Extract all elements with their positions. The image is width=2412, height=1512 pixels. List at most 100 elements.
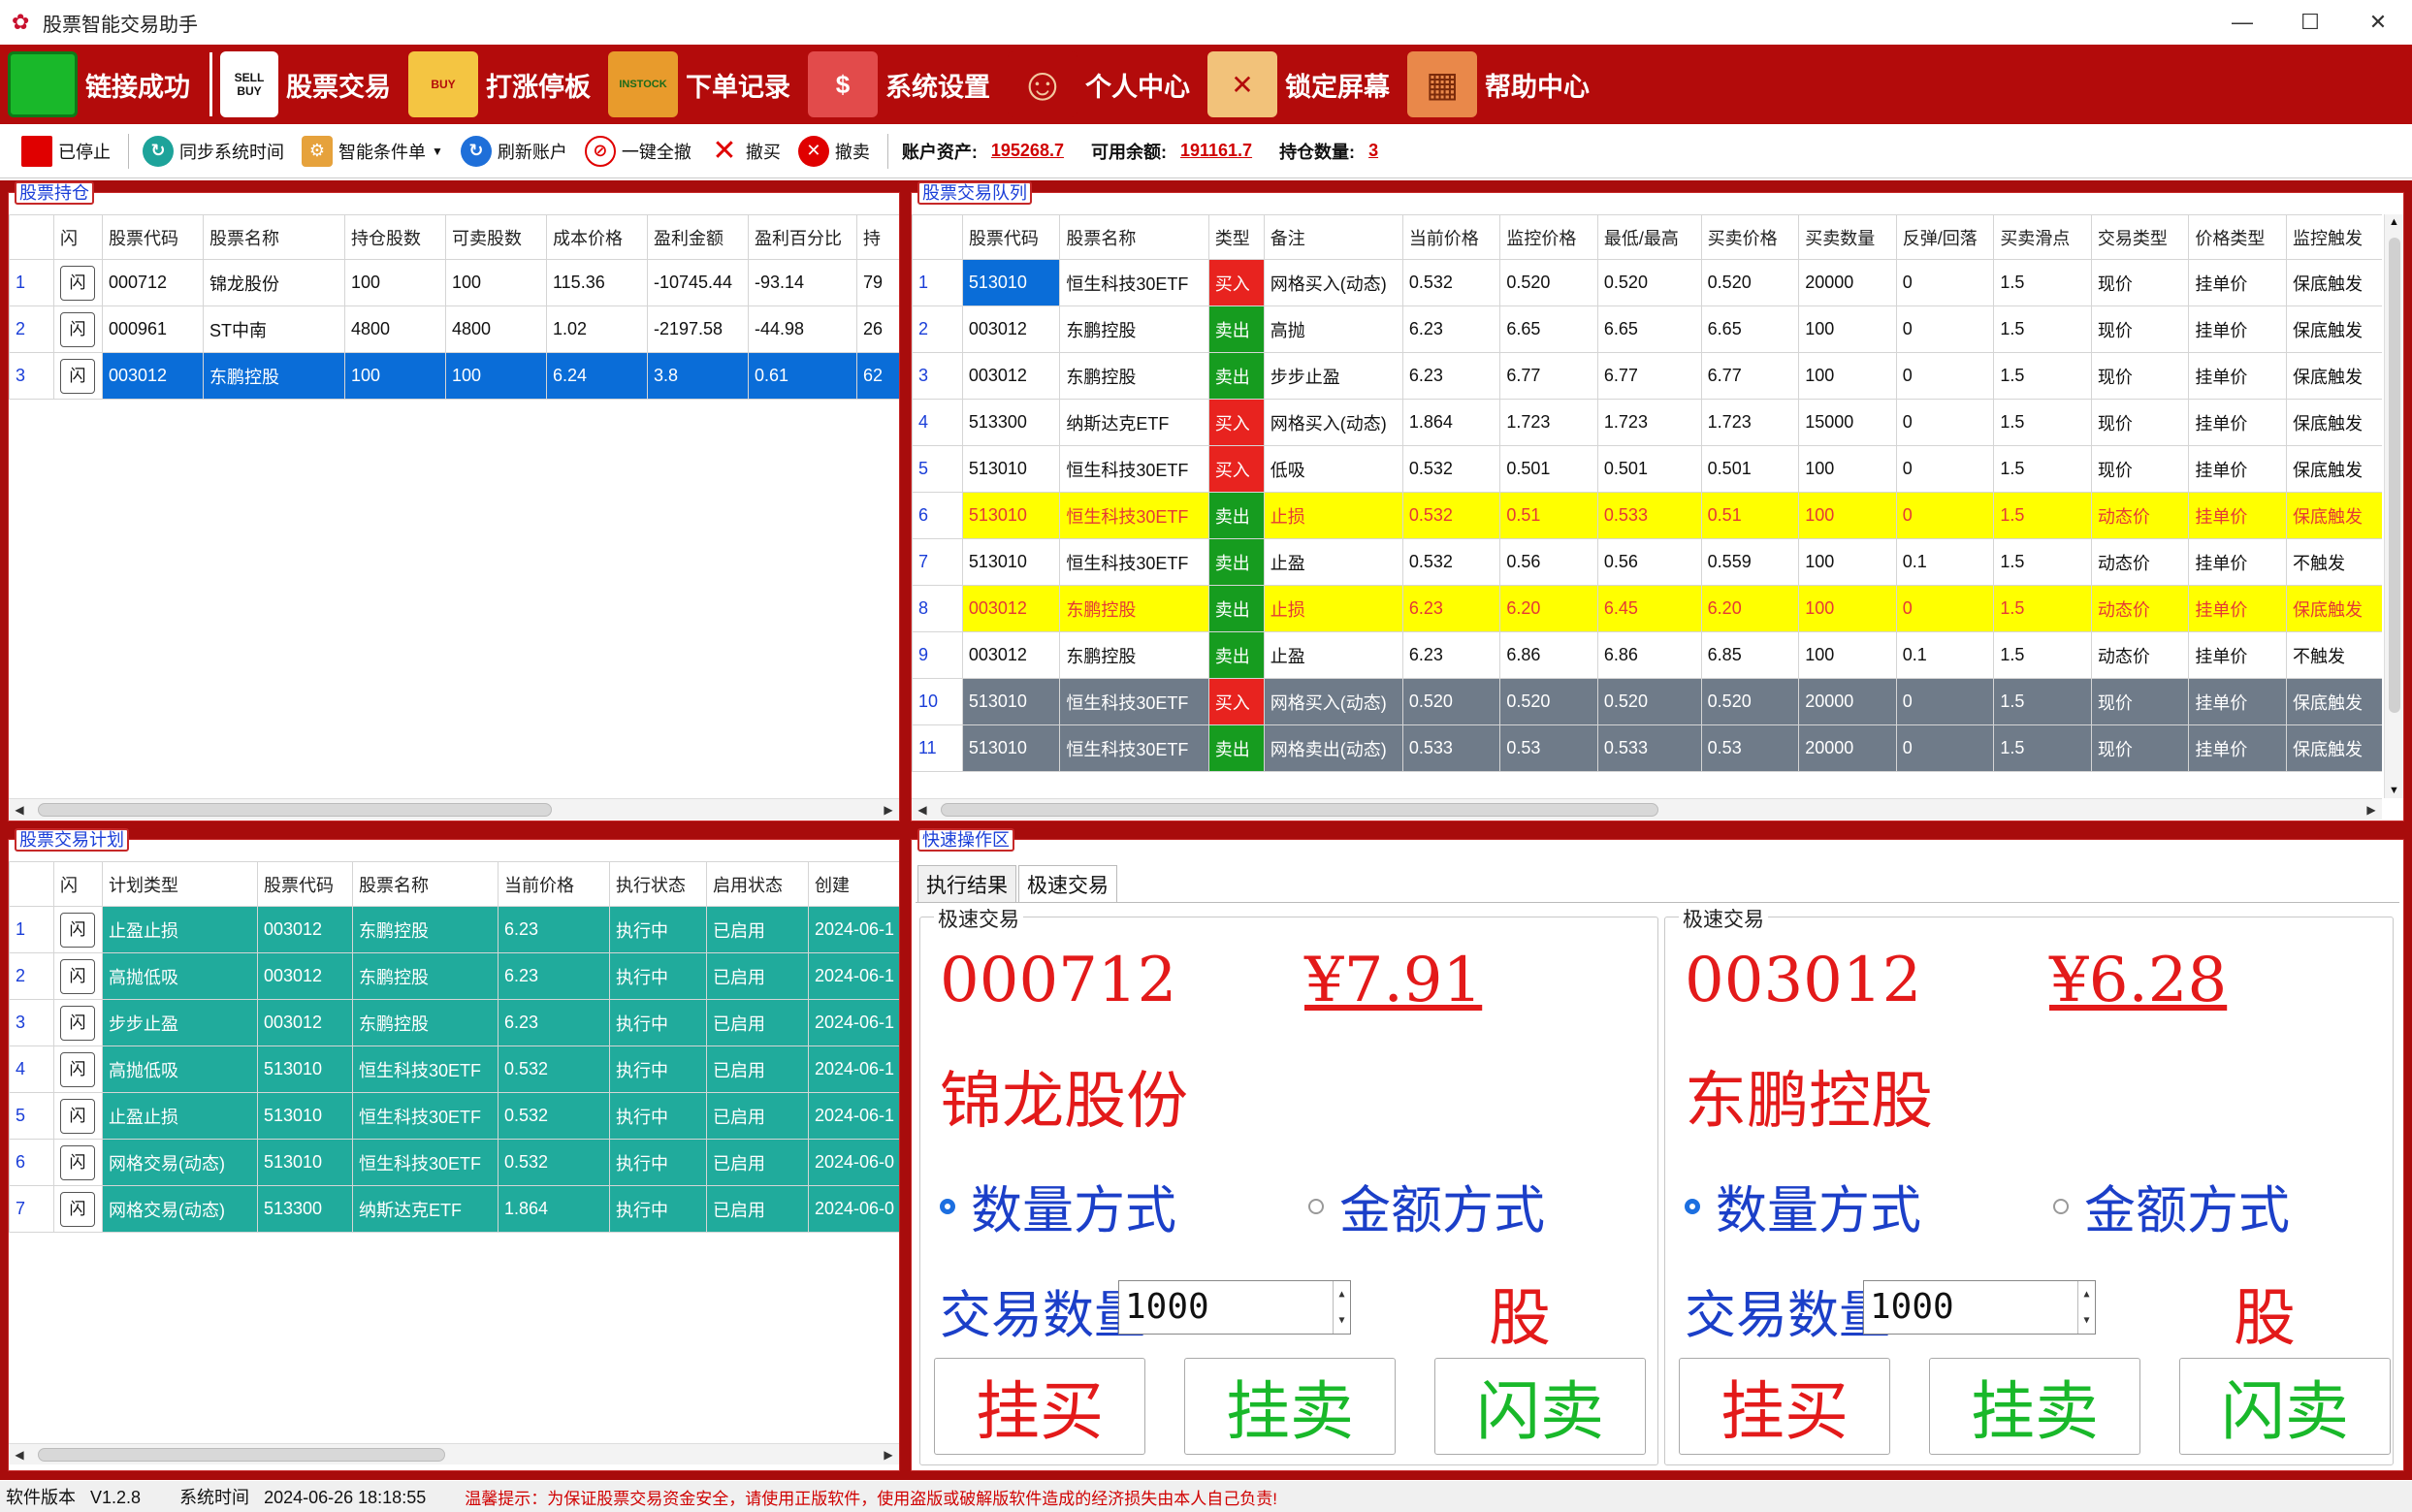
- menu-help-center[interactable]: ▦ 帮助中心: [1407, 48, 1590, 120]
- assets-value[interactable]: 195268.7: [991, 141, 1064, 161]
- flash-sell-button[interactable]: 闪卖: [1434, 1358, 1646, 1455]
- cancel-buy-button[interactable]: ✕ 撤买: [708, 132, 781, 171]
- menu-lock-screen[interactable]: ✕ 锁定屏幕: [1207, 48, 1390, 120]
- column-header[interactable]: 交易类型: [2090, 214, 2190, 260]
- tab-results[interactable]: 执行结果: [917, 865, 1016, 903]
- column-header[interactable]: 盈利百分比: [748, 214, 857, 260]
- column-header[interactable]: 买卖滑点: [1993, 214, 2092, 260]
- minimize-button[interactable]: —: [2208, 0, 2276, 45]
- menu-order-records[interactable]: INSTOCK 下单记录: [608, 48, 790, 120]
- column-header[interactable]: 闪: [53, 214, 103, 260]
- spinner[interactable]: ▲ ▼: [1333, 1281, 1350, 1334]
- close-button[interactable]: ✕: [2344, 0, 2412, 45]
- radio-quantity-mode[interactable]: 数量方式: [1685, 1170, 1921, 1243]
- scroll-left-icon[interactable]: ◀: [912, 799, 933, 820]
- column-header[interactable]: 持仓股数: [344, 214, 446, 260]
- column-header[interactable]: 股票名称: [352, 861, 498, 907]
- column-header[interactable]: 最低/最高: [1596, 214, 1702, 260]
- balance-value[interactable]: 191161.7: [1180, 141, 1252, 161]
- table-row[interactable]: 1 513010 恒生科技30ETF 买入 网格买入(动态) 0.532 0.520 0.52…: [912, 259, 2382, 306]
- flash-sell-button[interactable]: 闪: [60, 265, 95, 301]
- spin-up-icon[interactable]: ▲: [2078, 1281, 2095, 1307]
- table-row[interactable]: 7 513010 恒生科技30ETF 卖出 止盈 0.532 0.56 0.56 0.559 10…: [912, 538, 2382, 586]
- column-header[interactable]: 计划类型: [102, 861, 258, 907]
- scroll-right-icon[interactable]: ▶: [878, 1444, 899, 1465]
- table-row[interactable]: 6 闪网格交易(动态) 513010 恒生科技30ETF 0.532 执行中 已启用 2024…: [9, 1139, 899, 1186]
- flash-sell-button[interactable]: 闪: [60, 311, 95, 347]
- holdings-value[interactable]: 3: [1368, 141, 1378, 161]
- column-header[interactable]: 买卖数量: [1798, 214, 1897, 260]
- holdings-horizontal-scrollbar[interactable]: ◀ ▶: [9, 798, 899, 820]
- sync-time-button[interactable]: ↻ 同步系统时间: [143, 132, 284, 171]
- table-row[interactable]: 11 513010 恒生科技30ETF 卖出 网格卖出(动态) 0.533 0.53 0.53…: [912, 724, 2382, 772]
- table-row[interactable]: 9 003012 东鹏控股 卖出 止盈 6.23 6.86 6.86 6.85 100 0.1 1.5…: [912, 631, 2382, 679]
- column-header[interactable]: 备注: [1263, 214, 1403, 260]
- table-row[interactable]: 1 闪止盈止损 003012 东鹏控股 6.23 执行中 已启用 2024-06-1: [9, 906, 899, 953]
- refresh-account-button[interactable]: ↻ 刷新账户: [460, 132, 567, 171]
- column-header[interactable]: 当前价格: [498, 861, 610, 907]
- column-header[interactable]: 反弹/回落: [1895, 214, 1995, 260]
- table-row[interactable]: 3 003012 东鹏控股 卖出 步步止盈 6.23 6.77 6.77 6.77 100 0 1.5…: [912, 352, 2382, 400]
- column-header[interactable]: 盈利金额: [647, 214, 749, 260]
- radio-quantity-mode[interactable]: 数量方式: [940, 1170, 1176, 1243]
- spin-up-icon[interactable]: ▲: [1334, 1281, 1350, 1307]
- spinner[interactable]: ▲ ▼: [2077, 1281, 2095, 1334]
- scroll-down-icon[interactable]: ▼: [2389, 785, 2399, 796]
- table-row[interactable]: 4 闪高抛低吸 513010 恒生科技30ETF 0.532 执行中 已启用 2024-06-…: [9, 1046, 899, 1093]
- column-header[interactable]: 股票代码: [257, 861, 353, 907]
- scroll-thumb[interactable]: [38, 803, 552, 817]
- table-row[interactable]: 8 003012 东鹏控股 卖出 止损 6.23 6.20 6.45 6.20 100 0 1.5 动态…: [912, 585, 2382, 632]
- column-header[interactable]: 当前价格: [1401, 214, 1501, 260]
- flash-sell-button[interactable]: 闪: [60, 1191, 95, 1227]
- menu-connection-status[interactable]: 链接成功: [8, 48, 190, 120]
- column-header[interactable]: 股票名称: [1059, 214, 1209, 260]
- cancel-all-button[interactable]: ⊘ 一键全撤: [584, 132, 691, 171]
- flash-sell-button[interactable]: 闪: [60, 1051, 95, 1087]
- scroll-left-icon[interactable]: ◀: [9, 1444, 30, 1465]
- quantity-stepper[interactable]: 1000 ▲ ▼: [1863, 1280, 2096, 1335]
- scroll-thumb[interactable]: [941, 803, 1658, 817]
- queue-horizontal-scrollbar[interactable]: ◀ ▶: [912, 798, 2382, 820]
- column-header[interactable]: 股票代码: [961, 214, 1061, 260]
- table-row[interactable]: 5 闪止盈止损 513010 恒生科技30ETF 0.532 执行中 已启用 2024-06-…: [9, 1092, 899, 1140]
- stop-toggle-button[interactable]: 已停止: [21, 132, 111, 171]
- column-header[interactable]: 监控价格: [1499, 214, 1598, 260]
- flash-sell-button[interactable]: 闪卖: [2179, 1358, 2391, 1455]
- flash-sell-button[interactable]: 闪: [60, 958, 95, 994]
- quantity-value[interactable]: 1000: [1870, 1287, 1954, 1327]
- scroll-up-icon[interactable]: ▲: [2389, 216, 2399, 228]
- radio-amount-mode[interactable]: 金额方式: [1308, 1170, 1545, 1243]
- table-row[interactable]: 6 513010 恒生科技30ETF 卖出 止损 0.532 0.51 0.533 0.51 10…: [912, 492, 2382, 539]
- table-row[interactable]: 5 513010 恒生科技30ETF 买入 低吸 0.532 0.501 0.501 0.501…: [912, 445, 2382, 493]
- column-header[interactable]: 成本价格: [546, 214, 648, 260]
- table-row[interactable]: 4 513300 纳斯达克ETF 买入 网格买入(动态) 1.864 1.723 1.723 1…: [912, 399, 2382, 446]
- column-header[interactable]: 可卖股数: [445, 214, 547, 260]
- limit-buy-button[interactable]: 挂买: [1679, 1358, 1890, 1455]
- menu-limit-up[interactable]: BUY 打涨停板: [408, 48, 591, 120]
- stock-price[interactable]: ¥6.28: [2049, 945, 2227, 1016]
- table-row[interactable]: 7 闪网格交易(动态) 513300 纳斯达克ETF 1.864 执行中 已启用 2024-0…: [9, 1185, 899, 1233]
- maximize-button[interactable]: ☐: [2276, 0, 2344, 45]
- table-row[interactable]: 2 闪 000961 ST中南 4800 4800 1.02 -2197.58 …: [9, 306, 899, 353]
- scroll-left-icon[interactable]: ◀: [9, 799, 30, 820]
- flash-sell-button[interactable]: 闪: [60, 1005, 95, 1041]
- quantity-stepper[interactable]: 1000 ▲ ▼: [1118, 1280, 1351, 1335]
- radio-amount-mode[interactable]: 金额方式: [2053, 1170, 2290, 1243]
- limit-buy-button[interactable]: 挂买: [934, 1358, 1145, 1455]
- column-header[interactable]: 股票代码: [102, 214, 204, 260]
- column-header[interactable]: 创建: [808, 861, 899, 907]
- cancel-sell-button[interactable]: ✕ 撤卖: [797, 132, 870, 171]
- limit-sell-button[interactable]: 挂卖: [1184, 1358, 1396, 1455]
- quantity-value[interactable]: 1000: [1125, 1287, 1209, 1327]
- menu-system-settings[interactable]: $ 系统设置: [808, 48, 990, 120]
- column-header[interactable]: 价格类型: [2188, 214, 2287, 260]
- tab-fast-trade[interactable]: 极速交易: [1018, 865, 1117, 903]
- table-row-selected[interactable]: 3 闪 003012 东鹏控股 100 100 6.24 3.8 0.61 62: [9, 352, 899, 400]
- plans-horizontal-scrollbar[interactable]: ◀ ▶: [9, 1443, 899, 1464]
- limit-sell-button[interactable]: 挂卖: [1929, 1358, 2140, 1455]
- column-header[interactable]: 买卖价格: [1700, 214, 1800, 260]
- scroll-thumb[interactable]: [38, 1448, 445, 1462]
- column-header[interactable]: 股票名称: [203, 214, 345, 260]
- flash-sell-button[interactable]: 闪: [60, 358, 95, 394]
- flash-sell-button[interactable]: 闪: [60, 1098, 95, 1134]
